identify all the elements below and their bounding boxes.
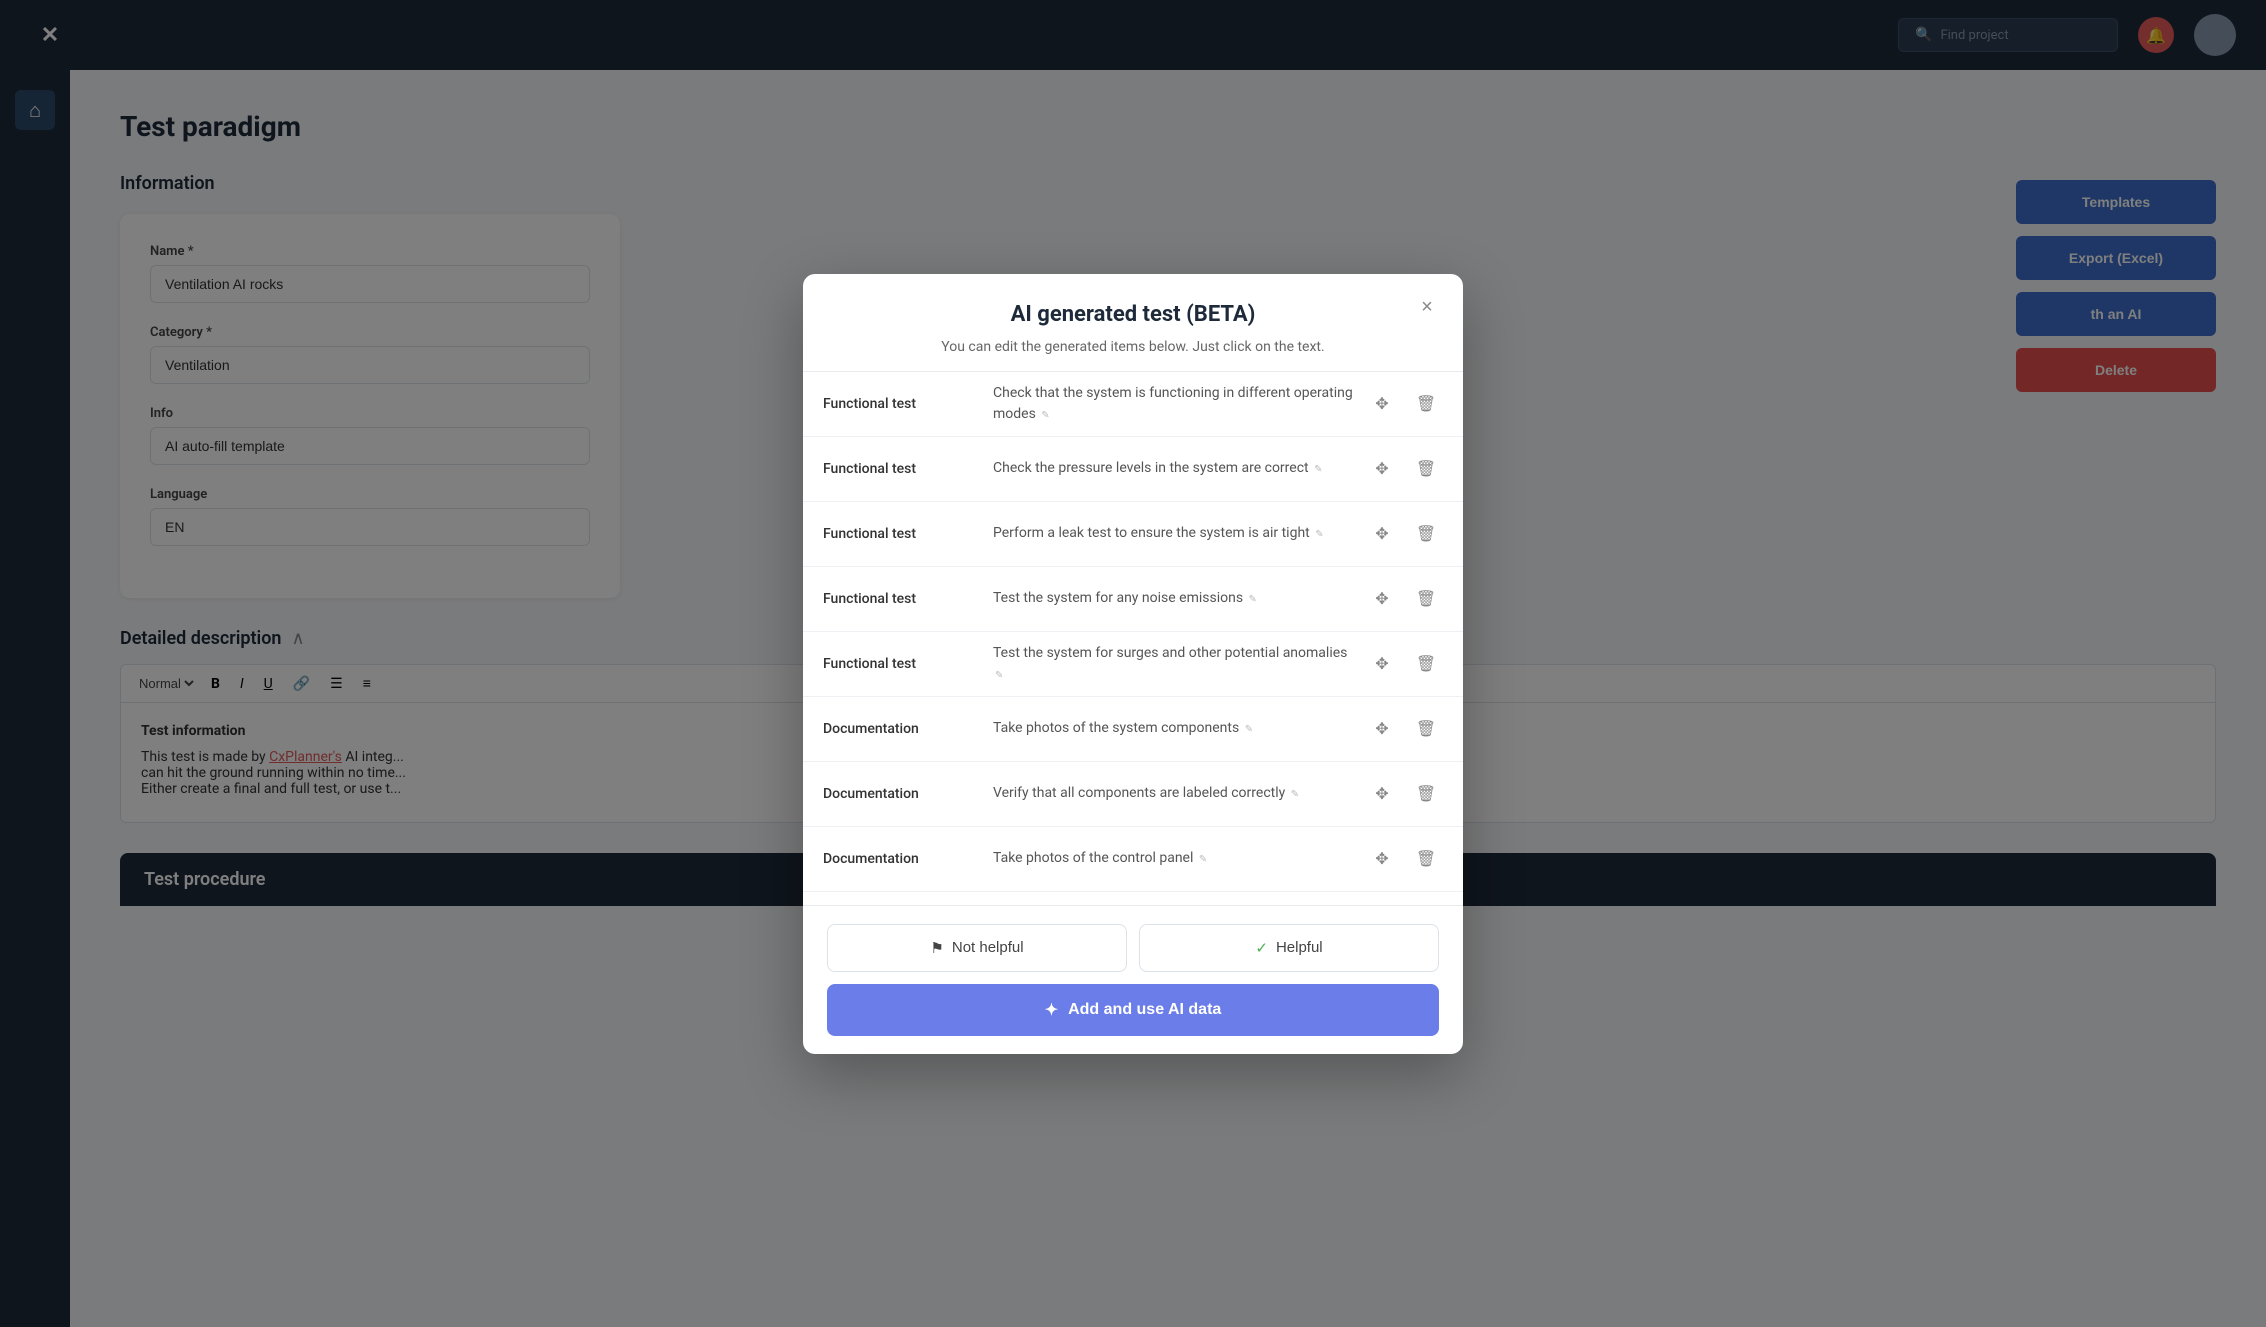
move-button[interactable]: ✥ <box>1365 517 1399 551</box>
check-icon: ✓ <box>1255 939 1268 957</box>
row-actions: ✥ 🗑 <box>1365 517 1443 551</box>
edit-indicator: ✎ <box>1289 787 1301 802</box>
row-category: Documentation <box>823 721 993 737</box>
delete-row-button[interactable]: 🗑 <box>1409 387 1443 421</box>
trash-icon: 🗑 <box>1416 524 1436 544</box>
move-button[interactable]: ✥ <box>1365 452 1399 486</box>
row-description[interactable]: Check that the system is functioning in … <box>993 383 1365 425</box>
edit-indicator: ✎ <box>1197 852 1209 867</box>
row-description[interactable]: Perform a leak test to ensure the system… <box>993 523 1365 544</box>
trash-icon: 🗑 <box>1416 849 1436 869</box>
delete-row-button[interactable]: 🗑 <box>1409 582 1443 616</box>
row-description[interactable]: Verify that all components are labeled c… <box>993 783 1365 804</box>
edit-indicator: ✎ <box>1247 592 1259 607</box>
ai-wand-icon: ✦ <box>1045 1000 1058 1020</box>
move-icon: ✥ <box>1375 719 1388 739</box>
trash-icon: 🗑 <box>1416 784 1436 804</box>
move-icon: ✥ <box>1375 459 1388 479</box>
move-icon: ✥ <box>1375 654 1388 674</box>
row-category: Documentation <box>823 851 993 867</box>
row-category: Functional test <box>823 461 993 477</box>
helpful-label: Helpful <box>1276 939 1323 956</box>
modal-subtitle: You can edit the generated items below. … <box>833 339 1433 355</box>
move-icon: ✥ <box>1375 849 1388 869</box>
feedback-buttons: ⚑ Not helpful ✓ Helpful <box>827 924 1439 972</box>
modal-overlay: AI generated test (BETA) You can edit th… <box>0 0 2266 1327</box>
move-button[interactable]: ✥ <box>1365 777 1399 811</box>
delete-row-button[interactable]: 🗑 <box>1409 712 1443 746</box>
move-button[interactable]: ✥ <box>1365 842 1399 876</box>
edit-indicator: ✎ <box>1039 408 1051 423</box>
modal-title: AI generated test (BETA) <box>833 302 1433 327</box>
row-description[interactable]: Take photos of the system components ✎ <box>993 718 1365 739</box>
table-row: Documentation Take photos of the system … <box>803 697 1463 762</box>
trash-icon: 🗑 <box>1416 589 1436 609</box>
row-description[interactable]: Test the system for any noise emissions … <box>993 588 1365 609</box>
table-row: Functional test Test the system for surg… <box>803 632 1463 697</box>
trash-icon: 🗑 <box>1416 719 1436 739</box>
flag-icon: ⚑ <box>930 939 943 957</box>
row-category: Functional test <box>823 526 993 542</box>
row-actions: ✥ 🗑 <box>1365 582 1443 616</box>
row-category: Functional test <box>823 396 993 412</box>
row-category: Functional test <box>823 591 993 607</box>
modal-header: AI generated test (BETA) You can edit th… <box>803 274 1463 372</box>
delete-row-button[interactable]: 🗑 <box>1409 842 1443 876</box>
delete-row-button[interactable]: 🗑 <box>1409 647 1443 681</box>
move-icon: ✥ <box>1375 784 1388 804</box>
move-button[interactable]: ✥ <box>1365 582 1399 616</box>
row-actions: ✥ 🗑 <box>1365 452 1443 486</box>
delete-row-button[interactable]: 🗑 <box>1409 452 1443 486</box>
trash-icon: 🗑 <box>1416 654 1436 674</box>
modal-body: Functional test Check that the system is… <box>803 372 1463 905</box>
modal-close-button[interactable]: × <box>1411 292 1443 324</box>
edit-indicator: ✎ <box>1312 462 1324 477</box>
table-row: Documentation Create a system control di… <box>803 892 1463 905</box>
row-actions: ✥ 🗑 <box>1365 777 1443 811</box>
table-row: Documentation Verify that all components… <box>803 762 1463 827</box>
move-button[interactable]: ✥ <box>1365 647 1399 681</box>
move-button[interactable]: ✥ <box>1365 712 1399 746</box>
add-ai-button[interactable]: ✦ Add and use AI data <box>827 984 1439 1036</box>
edit-indicator: ✎ <box>1313 527 1325 542</box>
table-row: Functional test Perform a leak test to e… <box>803 502 1463 567</box>
row-category: Documentation <box>823 786 993 802</box>
table-row: Functional test Check the pressure level… <box>803 437 1463 502</box>
row-description[interactable]: Take photos of the control panel ✎ <box>993 848 1365 869</box>
row-description[interactable]: Check the pressure levels in the system … <box>993 458 1365 479</box>
row-actions: ✥ 🗑 <box>1365 387 1443 421</box>
row-actions: ✥ 🗑 <box>1365 647 1443 681</box>
table-row: Functional test Test the system for any … <box>803 567 1463 632</box>
move-button[interactable]: ✥ <box>1365 387 1399 421</box>
move-icon: ✥ <box>1375 394 1388 414</box>
helpful-button[interactable]: ✓ Helpful <box>1139 924 1439 972</box>
row-actions: ✥ 🗑 <box>1365 842 1443 876</box>
row-category: Functional test <box>823 656 993 672</box>
delete-row-button[interactable]: 🗑 <box>1409 777 1443 811</box>
table-row: Documentation Take photos of the control… <box>803 827 1463 892</box>
trash-icon: 🗑 <box>1416 459 1436 479</box>
modal-footer: ⚑ Not helpful ✓ Helpful ✦ Add and use AI… <box>803 905 1463 1054</box>
row-description[interactable]: Test the system for surges and other pot… <box>993 643 1365 685</box>
not-helpful-button[interactable]: ⚑ Not helpful <box>827 924 1127 972</box>
edit-indicator: ✎ <box>993 668 1005 683</box>
trash-icon: 🗑 <box>1416 394 1436 414</box>
add-ai-label: Add and use AI data <box>1068 1001 1221 1019</box>
not-helpful-label: Not helpful <box>952 939 1024 956</box>
ai-modal: AI generated test (BETA) You can edit th… <box>803 274 1463 1054</box>
delete-row-button[interactable]: 🗑 <box>1409 517 1443 551</box>
row-actions: ✥ 🗑 <box>1365 712 1443 746</box>
move-icon: ✥ <box>1375 589 1388 609</box>
move-icon: ✥ <box>1375 524 1388 544</box>
table-row: Functional test Check that the system is… <box>803 372 1463 437</box>
edit-indicator: ✎ <box>1243 722 1255 737</box>
